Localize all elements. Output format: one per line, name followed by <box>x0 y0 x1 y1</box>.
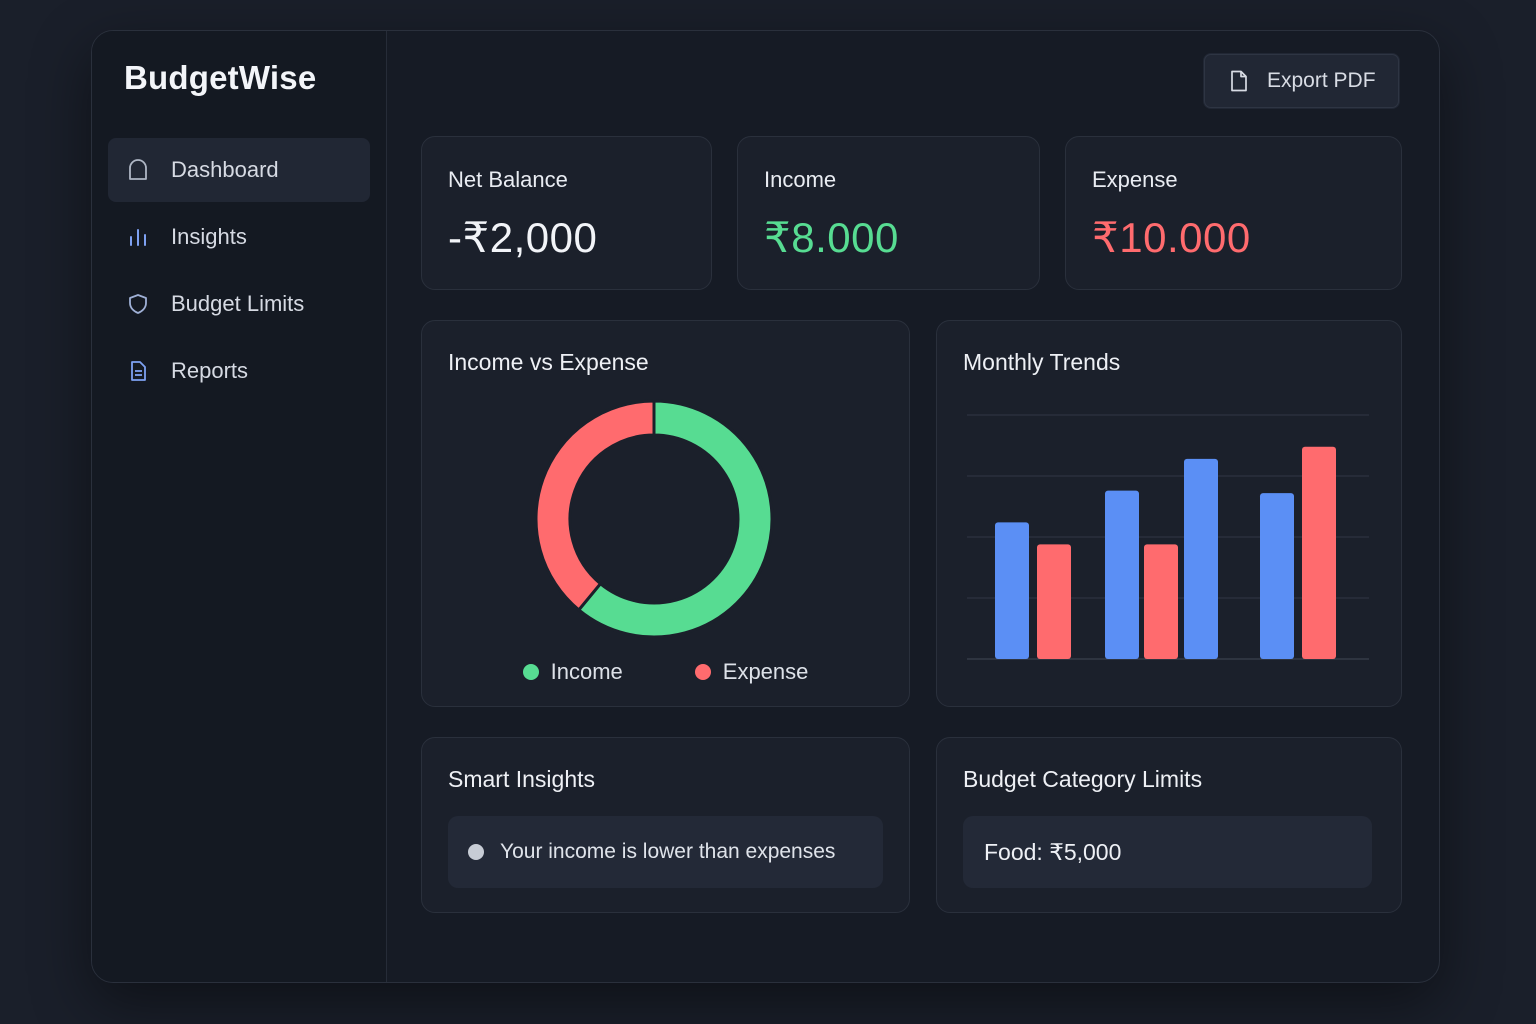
expense-value: ₹10.000 <box>1092 214 1251 261</box>
budget-category-limits-card: Budget Category Limits Food: ₹5,000 <box>936 737 1402 913</box>
donut-chart <box>534 399 774 639</box>
donut-legend: Income Expense <box>422 659 909 685</box>
shield-icon <box>125 291 151 317</box>
bar-chart <box>967 414 1369 660</box>
bar-red-3 <box>1144 544 1178 659</box>
sidebar-item-budget-limits[interactable]: Budget Limits <box>108 272 370 336</box>
expense-label: Expense <box>1092 167 1178 192</box>
brand-logo: BudgetWise <box>124 59 317 96</box>
sidebar-item-label: Dashboard <box>171 157 279 182</box>
bar-blue-2 <box>1105 490 1139 659</box>
net-balance-card: Net Balance -₹2,000 <box>421 136 712 290</box>
sidebar-item-reports[interactable]: Reports <box>108 339 370 403</box>
legend-item-income: Income <box>522 659 623 685</box>
net-balance-label: Net Balance <box>448 167 568 192</box>
income-vs-expense-card: Income vs Expense Income Expense <box>421 320 910 707</box>
sidebar-item-label: Reports <box>171 358 249 383</box>
trends-chart-title: Monthly Trends <box>963 349 1121 375</box>
sidebar-item-label: Budget Limits <box>171 291 305 316</box>
bar-blue-5 <box>1260 493 1294 659</box>
monthly-trends-card: Monthly Trends <box>936 320 1402 707</box>
bar-blue-4 <box>1184 458 1218 659</box>
sidebar-item-dashboard[interactable]: Dashboard <box>108 138 370 202</box>
bar-blue-0 <box>995 522 1029 659</box>
legend-dot-income <box>522 664 539 680</box>
file-icon <box>1229 70 1249 92</box>
bar-red-6 <box>1302 446 1336 659</box>
legend-label-expense: Expense <box>722 659 809 684</box>
bar-chart-icon <box>125 224 151 250</box>
insight-text: Your income is lower than expenses <box>500 840 836 863</box>
smart-insights-title: Smart Insights <box>448 766 595 792</box>
income-card: Income ₹8.000 <box>737 136 1040 290</box>
legend-dot-expense <box>694 664 711 680</box>
expense-card: Expense ₹10.000 <box>1065 136 1402 290</box>
bar-red-1 <box>1037 544 1071 659</box>
insight-item: Your income is lower than expenses <box>448 816 883 888</box>
donut-chart-title: Income vs Expense <box>448 349 649 375</box>
income-label: Income <box>764 167 837 192</box>
donut-slice-expense <box>534 399 656 613</box>
home-icon <box>125 157 151 183</box>
income-value: ₹8.000 <box>764 214 899 261</box>
limit-item: Food: ₹5,000 <box>963 816 1372 888</box>
smart-insights-card: Smart Insights Your income is lower than… <box>421 737 910 913</box>
net-balance-value: -₹2,000 <box>448 214 598 261</box>
document-icon <box>125 358 151 384</box>
sidebar-item-label: Insights <box>171 224 247 249</box>
legend-item-expense: Expense <box>694 659 809 685</box>
bullet-icon <box>468 844 484 860</box>
limit-text: Food: ₹5,000 <box>984 838 1122 865</box>
sidebar-item-insights[interactable]: Insights <box>108 205 370 269</box>
main-content: Export PDF Net Balance -₹2,000 Income ₹8… <box>387 31 1439 982</box>
export-pdf-button[interactable]: Export PDF <box>1203 53 1400 109</box>
export-pdf-label: Export PDF <box>1267 69 1376 92</box>
app-window: BudgetWise Dashboard Insights Budget Lim… <box>91 30 1440 983</box>
legend-label-income: Income <box>550 659 623 684</box>
sidebar: BudgetWise Dashboard Insights Budget Lim… <box>92 31 387 982</box>
budget-limits-title: Budget Category Limits <box>963 766 1203 792</box>
